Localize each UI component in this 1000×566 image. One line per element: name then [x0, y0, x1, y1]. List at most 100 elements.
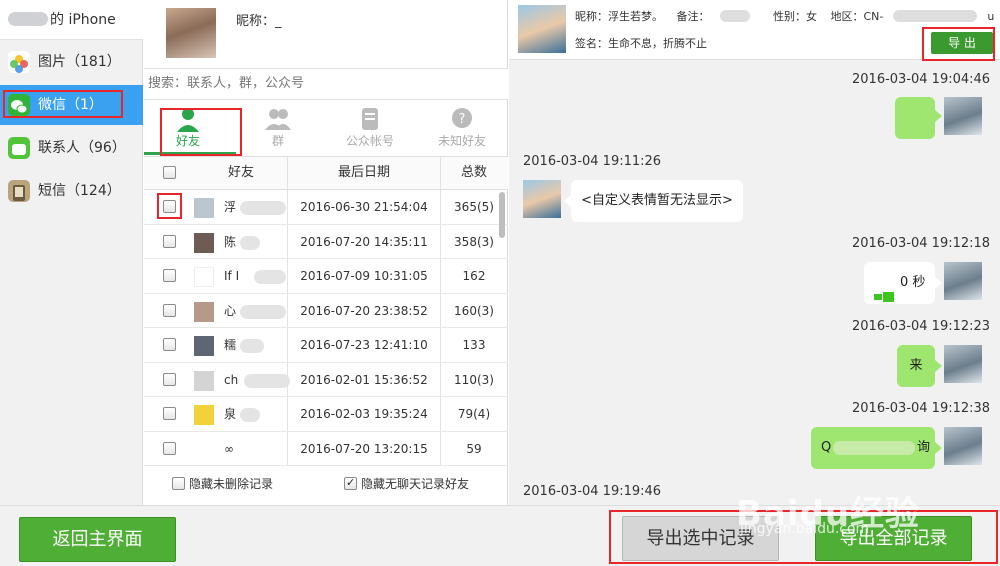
- avatar: [194, 301, 214, 322]
- row-checkbox[interactable]: [163, 269, 176, 282]
- bubble-tail: [935, 442, 942, 454]
- table-header: 好友 最后日期 总数: [144, 156, 508, 190]
- contact-region-tail: u: [987, 10, 995, 23]
- column-last-date[interactable]: 最后日期: [288, 157, 440, 189]
- sidebar-item-label: 图片（181）: [38, 54, 121, 70]
- redacted-name: [240, 304, 286, 319]
- contact-info: 昵称：浮生若梦。 备注： 性别：女 地区：CN-u: [575, 8, 1000, 24]
- row-checkbox[interactable]: [163, 338, 176, 351]
- avatar: [194, 198, 214, 218]
- avatar: [194, 267, 214, 287]
- friend-name: ∞: [224, 441, 234, 456]
- voice-icon: [874, 278, 894, 302]
- my-chat-avatar: [944, 262, 982, 300]
- last-date: 2016-07-20 14:35:11: [300, 234, 428, 249]
- friend-name: 浮: [224, 200, 237, 214]
- row-checkbox[interactable]: [163, 441, 176, 455]
- table-row[interactable]: 泉 2016-02-03 19:35:24 79(4): [144, 397, 508, 432]
- my-chat-avatar: [944, 97, 982, 135]
- last-date: 2016-07-23 12:41:10: [300, 338, 428, 352]
- unknown-friend-icon: ?: [447, 106, 477, 132]
- hide-no-chat-label: 隐藏无聊天记录好友: [361, 477, 470, 491]
- avatar: [194, 439, 214, 460]
- message-bubble-sent: Q 询: [811, 427, 935, 469]
- avatar: [194, 370, 214, 391]
- table-row[interactable]: ch 2016-02-01 15:36:52 110(3): [144, 363, 508, 397]
- table-row[interactable]: 糯 2016-07-23 12:41:10 133: [144, 328, 508, 363]
- column-total[interactable]: 总数: [440, 157, 508, 189]
- tab-label: 群: [271, 134, 284, 148]
- hide-deleted-option[interactable]: 隐藏未删除记录: [172, 476, 273, 492]
- redacted-device-owner: [8, 12, 48, 26]
- sidebar-item-label: 联系人（96）: [38, 140, 126, 156]
- contact-signature: 签名：生命不息，折腾不止: [575, 37, 707, 50]
- table-row[interactable]: ∞ 2016-07-20 13:20:15 59: [144, 432, 508, 466]
- friend-name: If I: [224, 269, 240, 283]
- tab-label: 公众帐号: [345, 134, 394, 148]
- hide-deleted-checkbox[interactable]: [172, 477, 185, 490]
- tab-groups[interactable]: 群: [234, 104, 322, 152]
- bubble-tail: [935, 110, 942, 122]
- column-friend[interactable]: 好友: [194, 157, 288, 189]
- message-text-start: Q: [821, 440, 832, 455]
- contact-nickname: 昵称：浮生若梦。: [575, 10, 663, 23]
- contact-gender: 性别：女: [773, 10, 817, 23]
- my-chat-avatar: [944, 345, 982, 383]
- redacted-name: [240, 201, 286, 215]
- contact-avatar: [518, 5, 566, 53]
- tab-unknown-friends[interactable]: ? 未知好友: [418, 104, 506, 152]
- highlight-export-button: [922, 27, 995, 61]
- bubble-tail: [935, 277, 942, 289]
- redacted-message: [833, 441, 915, 455]
- message-bubble-sent: 来: [897, 345, 935, 387]
- device-suffix: 的 iPhone: [50, 12, 116, 28]
- last-date: 2016-07-20 23:38:52: [300, 303, 428, 318]
- voice-duration: 0 秒: [900, 275, 926, 290]
- message-text-end: 询: [917, 440, 931, 455]
- message-timestamp: 2016-03-04 19:12:38: [852, 401, 991, 416]
- table-row[interactable]: 心 2016-07-20 23:38:52 160(3): [144, 294, 508, 328]
- contact-chat-avatar: [523, 180, 561, 218]
- avatar: [194, 336, 214, 356]
- friend-name: 泉: [224, 407, 237, 421]
- redacted-name: [240, 339, 264, 353]
- back-to-main-button[interactable]: 返回主界面: [19, 517, 176, 562]
- hide-no-chat-option[interactable]: 隐藏无聊天记录好友: [344, 475, 470, 492]
- row-checkbox[interactable]: [163, 303, 176, 317]
- last-date: 2016-07-20 13:20:15: [300, 441, 428, 456]
- hide-deleted-label: 隐藏未删除记录: [189, 477, 274, 491]
- redacted-name: [244, 373, 290, 388]
- row-checkbox[interactable]: [163, 234, 176, 248]
- tab-label: 未知好友: [437, 134, 486, 148]
- photos-icon: [8, 51, 30, 73]
- baidu-watermark-url: jingyan.baidu.com: [740, 521, 870, 537]
- scrollbar-thumb[interactable]: [499, 192, 505, 238]
- sidebar-item-sms[interactable]: 短信（124）: [0, 171, 143, 211]
- message-timestamp: 2016-03-04 19:12:23: [852, 319, 991, 334]
- contacts-icon: [8, 137, 30, 159]
- row-checkbox[interactable]: [163, 372, 176, 386]
- message-timestamp: 2016-03-04 19:19:46: [523, 484, 662, 499]
- select-all-checkbox[interactable]: [163, 166, 176, 179]
- tab-official-accounts[interactable]: 公众帐号: [326, 104, 414, 152]
- last-date: 2016-07-09 10:31:05: [300, 269, 428, 283]
- friend-name: 糯: [224, 338, 237, 352]
- table-row[interactable]: If I 2016-07-09 10:31:05 162: [144, 259, 508, 294]
- sidebar-item-photos[interactable]: 图片（181）: [0, 42, 143, 82]
- message-timestamp: 2016-03-04 19:12:18: [852, 236, 991, 251]
- message-bubble-sent: [895, 97, 935, 139]
- sidebar-item-contacts[interactable]: 联系人（96）: [0, 128, 143, 168]
- row-checkbox[interactable]: [163, 407, 176, 420]
- table-row[interactable]: 陈 2016-07-20 14:35:11 358(3): [144, 225, 508, 259]
- friend-name: ch: [224, 372, 239, 387]
- sidebar-item-label: 短信（124）: [38, 183, 121, 199]
- friend-name: 心: [224, 303, 237, 318]
- redacted-name: [240, 235, 260, 250]
- voice-message[interactable]: 0 秒: [864, 262, 935, 304]
- hide-no-chat-checkbox[interactable]: [344, 475, 357, 491]
- table-row[interactable]: 浮 2016-06-30 21:54:04 365(5): [144, 190, 508, 225]
- last-date: 2016-02-03 19:35:24: [300, 407, 428, 421]
- message-timestamp: 2016-03-04 19:11:26: [523, 154, 662, 169]
- search-input[interactable]: 搜索：联系人，群，公众号: [144, 68, 508, 100]
- redacted-name: [240, 408, 260, 422]
